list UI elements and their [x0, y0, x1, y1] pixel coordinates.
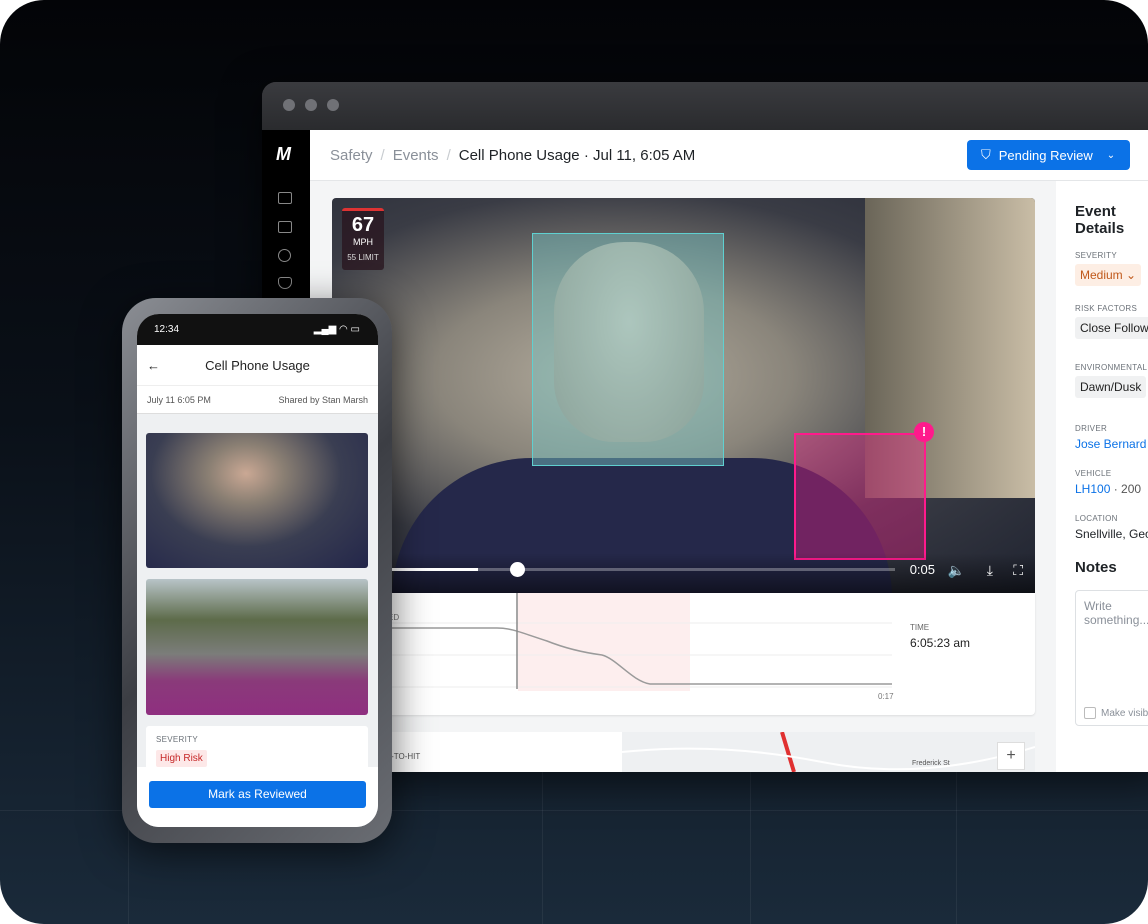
background: M Safety / Events / Cell Phone Usage · Jul…: [0, 0, 1148, 924]
phone-status-bar: 12:34 ▂▄▆ ◠ ▭: [137, 314, 378, 345]
risk-factors-label: RISK FACTORS: [1075, 304, 1138, 313]
phone-title: Cell Phone Usage: [205, 357, 310, 373]
breadcrumb-safety[interactable]: Safety: [330, 147, 373, 164]
risk-factor-tag[interactable]: Close Following: [1075, 317, 1148, 339]
notes-title: Notes: [1075, 559, 1117, 576]
location-value: Snellville, Georgia: [1075, 527, 1148, 541]
event-timestamp: · Jul 11, 6:05 AM: [583, 146, 696, 164]
speed-unit: MPH: [353, 237, 373, 247]
volume-icon[interactable]: 🔈: [948, 562, 965, 579]
vehicle-link[interactable]: LH100: [1075, 482, 1110, 496]
speed-chart: SPEED 0:17 TIME 6:05:23 am: [332, 593, 1035, 715]
window-minimize-button[interactable]: [305, 99, 317, 111]
video-player[interactable]: ! 67 MPH 55 LIMIT 0:05 🔈 ⤓ ⛶: [332, 198, 1035, 593]
status-dropdown-button[interactable]: ⛉ Pending Review ⌄: [967, 140, 1130, 170]
notes-placeholder: Write something...: [1084, 599, 1148, 627]
phone-header: ← Cell Phone Usage: [137, 345, 378, 385]
face-detection-box: [532, 233, 724, 466]
severity-dropdown[interactable]: Medium ⌄: [1075, 264, 1142, 286]
clock-icon[interactable]: [278, 249, 291, 262]
event-details-title: Event Details: [1075, 203, 1125, 237]
back-arrow-icon[interactable]: ←: [147, 358, 160, 373]
event-details-panel: Event Details SEVERITY Medium ⌄ RISK FAC…: [1056, 181, 1148, 772]
shared-by: Shared by Stan Marsh: [278, 394, 368, 405]
severity-label: SEVERITY: [1075, 251, 1117, 260]
mark-as-reviewed-button[interactable]: Mark as Reviewed: [149, 781, 366, 808]
page-title: Cell Phone Usage: [458, 146, 580, 164]
current-time: 0:05: [909, 562, 935, 577]
environmental-label: ENVIRONMENTAL: [1075, 363, 1148, 372]
shield-icon: ⛉: [981, 147, 991, 162]
download-icon[interactable]: ⤓: [987, 562, 993, 579]
notes-input[interactable]: Write something... Make visible: [1075, 590, 1148, 726]
chart-end-label: 0:17: [878, 692, 894, 701]
phone-clock: 12:34: [154, 324, 180, 335]
breadcrumb-events[interactable]: Events: [393, 147, 439, 164]
browser-window: M Safety / Events / Cell Phone Usage · Jul…: [262, 82, 1148, 772]
status-label: Pending Review: [998, 147, 1093, 163]
make-visible-label: Make visible: [1101, 707, 1148, 719]
driver-label: DRIVER: [1075, 424, 1108, 433]
time-value: 6:05:23 am: [910, 636, 971, 650]
vehicle-extra: · 200: [1113, 482, 1142, 496]
driver-link[interactable]: Jose Bernard: [1075, 437, 1148, 451]
speed-limit: 55 LIMIT: [347, 253, 379, 262]
breadcrumb: Safety / Events / Cell Phone Usage · Jul 1…: [310, 130, 1148, 181]
vehicle-label: VEHICLE: [1075, 469, 1112, 478]
speed-value: 67: [351, 214, 375, 236]
chart-icon[interactable]: [278, 221, 292, 233]
map[interactable]: Frederick St +: [621, 731, 1036, 772]
window-close-button[interactable]: [283, 99, 295, 111]
scrubber-handle[interactable]: [510, 562, 525, 577]
shield-icon[interactable]: [278, 277, 292, 289]
mobile-phone: 12:34 ▂▄▆ ◠ ▭ ← Cell Phone Usage July 11…: [122, 298, 392, 843]
phone-date: July 11 6:05 PM: [147, 394, 211, 405]
time-label: TIME: [910, 623, 930, 632]
video-controls: 0:05 🔈 ⤓ ⛶: [332, 553, 1035, 593]
phone-footer: Mark as Reviewed: [137, 767, 378, 827]
title-bar: [262, 82, 1148, 130]
chevron-down-icon: ⌄: [1106, 149, 1116, 161]
window-maximize-button[interactable]: [327, 99, 339, 111]
speed-badge: 67 MPH 55 LIMIT: [342, 208, 384, 270]
make-visible-checkbox[interactable]: [1084, 707, 1096, 719]
signal-wifi-battery-icon: ▂▄▆ ◠ ▭: [313, 324, 360, 335]
app-content: Safety / Events / Cell Phone Usage · Jul 1…: [310, 130, 1148, 772]
phone-severity-badge: High Risk: [156, 750, 207, 767]
video-scrubber[interactable]: [332, 568, 895, 571]
street-label: Frederick St: [912, 760, 950, 767]
location-label: LOCATION: [1075, 514, 1118, 523]
map-panel: TIME-TO-HIT Frederick St +: [332, 731, 1036, 772]
phone-severity-label: SEVERITY: [156, 735, 198, 744]
logo: M: [276, 144, 291, 164]
event-highlight: [518, 593, 690, 691]
fullscreen-icon[interactable]: ⛶: [1013, 562, 1023, 579]
alert-icon: !: [914, 422, 934, 442]
phone-detection-box: [794, 433, 926, 560]
map-icon[interactable]: [278, 192, 292, 204]
environmental-tag[interactable]: Dawn/Dusk: [1075, 376, 1147, 398]
driver-camera-thumbnail[interactable]: [146, 433, 368, 568]
phone-meta: July 11 6:05 PM Shared by Stan Marsh: [137, 385, 378, 414]
phone-screen: 12:34 ▂▄▆ ◠ ▭ ← Cell Phone Usage July 11…: [137, 314, 378, 827]
road-camera-thumbnail[interactable]: [146, 579, 368, 715]
zoom-in-button[interactable]: +: [997, 742, 1025, 770]
